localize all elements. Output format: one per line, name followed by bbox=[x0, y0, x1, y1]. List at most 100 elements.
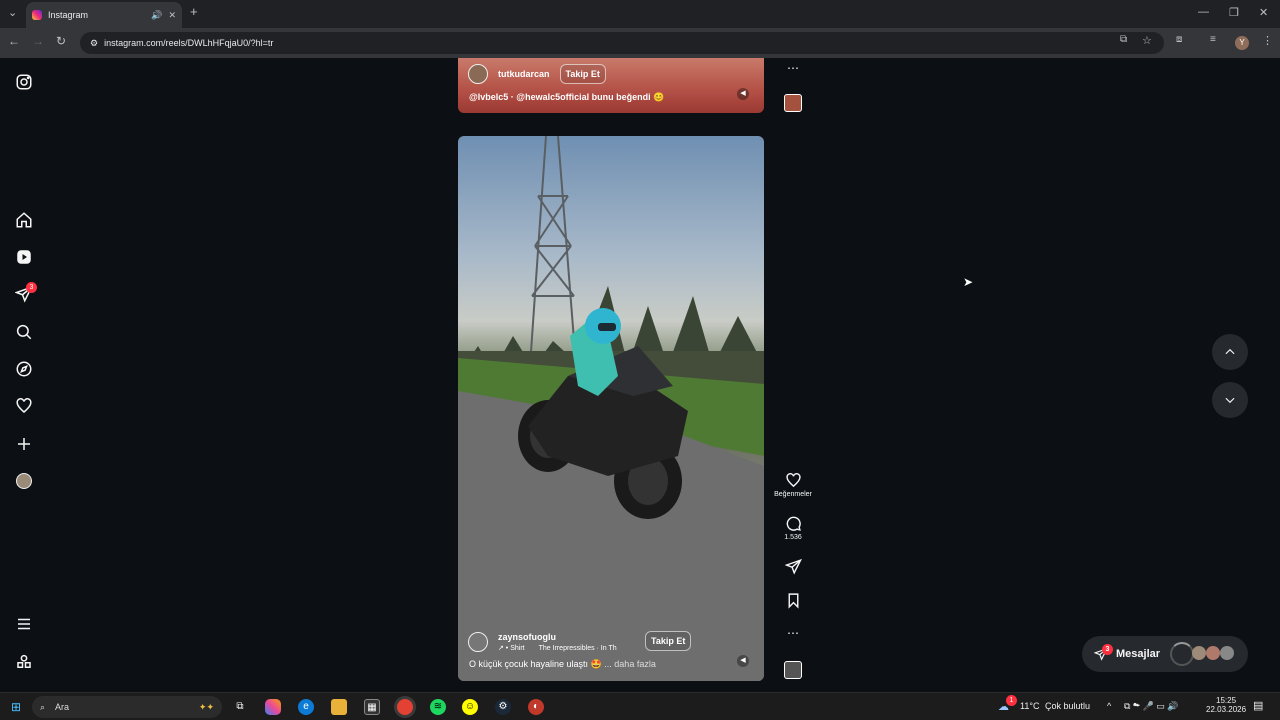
audio-thumbnail-icon bbox=[784, 661, 802, 679]
copilot-sparkle-icon: ✦✦ bbox=[198, 701, 214, 712]
previous-reel-audio-thumb[interactable] bbox=[780, 94, 806, 112]
tray-app-icons[interactable]: ⧉ ☁ 🎤 ▭ 🔊 bbox=[1124, 701, 1179, 712]
browser-toolbar: ← → ↻ ⚙ instagram.com/reels/DWLhHFqjaU0/… bbox=[0, 28, 1280, 58]
reel-author-avatar[interactable] bbox=[468, 632, 488, 652]
profile-icon[interactable] bbox=[14, 471, 34, 491]
install-app-icon[interactable]: ⧉ bbox=[1120, 34, 1127, 45]
snapchat-icon[interactable]: ☺ bbox=[462, 699, 478, 715]
search-icon[interactable] bbox=[14, 322, 34, 342]
previous-reel-follow-button[interactable]: Takip Et bbox=[559, 64, 606, 84]
reel-more-options-icon[interactable]: ⋯ bbox=[780, 626, 806, 640]
extensions-icon[interactable]: ⧈ bbox=[1176, 34, 1182, 45]
notifications-icon[interactable] bbox=[14, 396, 34, 416]
reel-caption: O küçük çocuk hayaline ulaştı 🤩 bbox=[469, 659, 602, 669]
minimize-icon[interactable]: — bbox=[1198, 6, 1209, 18]
restore-icon[interactable]: ❐ bbox=[1229, 6, 1239, 19]
contact-avatar bbox=[1220, 646, 1234, 660]
profile-avatar[interactable]: Y bbox=[1235, 36, 1249, 50]
windows-start-icon[interactable]: ⊞ bbox=[8, 699, 24, 715]
explore-icon[interactable] bbox=[14, 359, 34, 379]
heart-icon bbox=[785, 473, 801, 488]
tab-audio-icon[interactable]: 🔊 bbox=[151, 10, 162, 21]
reel-audio-track[interactable]: The Irrepressibles · In Th bbox=[539, 645, 617, 652]
loading-spinner-icon bbox=[1170, 642, 1194, 666]
messages-label: Mesajlar bbox=[1116, 648, 1161, 660]
previous-reel-username[interactable]: tutkudarcan bbox=[498, 69, 550, 79]
reel-audio-prefix[interactable]: ↗ • Shirt bbox=[498, 645, 525, 652]
media-controls-icon[interactable]: ≡ bbox=[1210, 34, 1216, 45]
chrome-icon[interactable] bbox=[397, 699, 413, 715]
previous-reel[interactable]: tutkudarcan Takip Et @lvbelc5 · @hewalc5… bbox=[458, 58, 764, 113]
audio-thumbnail-icon bbox=[784, 94, 802, 112]
share-button[interactable] bbox=[780, 558, 806, 575]
like-button[interactable]: Beğenmeler bbox=[774, 472, 812, 498]
likes-label[interactable]: Beğenmeler bbox=[770, 491, 816, 498]
clock[interactable]: 15:25 22.03.2026 bbox=[1206, 696, 1246, 714]
messages-icon[interactable]: 3 bbox=[14, 282, 37, 304]
reel-audio-thumb[interactable] bbox=[780, 661, 806, 679]
messages-float-badge: 3 bbox=[1102, 644, 1113, 655]
previous-reel-avatar[interactable] bbox=[468, 64, 488, 84]
comment-button[interactable]: 1.536 bbox=[780, 515, 806, 541]
save-button[interactable] bbox=[780, 592, 806, 609]
bookmark-star-icon[interactable]: ☆ bbox=[1142, 34, 1152, 47]
clock-date: 22.03.2026 bbox=[1206, 705, 1247, 714]
previous-reel-liked-by[interactable]: @lvbelc5 · @hewalc5official bunu beğendi… bbox=[469, 92, 664, 103]
tab-title: Instagram bbox=[48, 10, 89, 20]
taskbar-search-placeholder: Ara bbox=[55, 702, 70, 712]
edge-icon[interactable]: e bbox=[298, 699, 314, 715]
previous-reel-more-icon[interactable]: ⋯ bbox=[780, 61, 806, 75]
back-icon[interactable]: ← bbox=[8, 34, 20, 48]
tray-chevron-up-icon[interactable]: ^ bbox=[1107, 701, 1111, 711]
chevron-up-icon bbox=[1225, 348, 1235, 355]
home-icon[interactable] bbox=[14, 210, 34, 230]
instagram-favicon-icon bbox=[32, 10, 42, 20]
weather-temperature[interactable]: 11°C bbox=[1020, 701, 1039, 711]
close-window-icon[interactable]: ✕ bbox=[1259, 6, 1268, 19]
messages-button[interactable]: 3 Mesajlar bbox=[1082, 636, 1248, 672]
tab-close-icon[interactable]: ✕ bbox=[168, 10, 176, 21]
file-explorer-icon[interactable] bbox=[331, 699, 347, 715]
taskbar-search[interactable]: ⌕ Ara ✦✦ bbox=[32, 696, 222, 718]
tab-list-icon[interactable]: ⌄ bbox=[8, 6, 17, 19]
bookmark-icon bbox=[788, 593, 798, 609]
site-info-icon[interactable]: ⚙ bbox=[90, 38, 98, 49]
previous-reel-button[interactable] bbox=[1212, 334, 1248, 370]
comments-count: 1.536 bbox=[784, 534, 802, 541]
steam-icon[interactable]: ⚙ bbox=[495, 699, 511, 715]
forward-icon[interactable]: → bbox=[32, 34, 44, 48]
more-menu-icon[interactable] bbox=[14, 614, 34, 634]
spotify-icon[interactable]: ≋ bbox=[430, 699, 446, 715]
weather-condition[interactable]: Çok bulutlu bbox=[1045, 701, 1090, 711]
reels-icon[interactable] bbox=[14, 247, 34, 267]
meta-apps-icon[interactable] bbox=[14, 652, 34, 672]
messages-badge: 3 bbox=[26, 282, 37, 293]
address-bar[interactable]: ⚙ instagram.com/reels/DWLhHFqjaU0/?hl=tr bbox=[80, 32, 1164, 54]
reel-volume-icon[interactable]: ◀ bbox=[737, 655, 749, 667]
copilot-icon[interactable] bbox=[265, 699, 281, 715]
notification-center-icon[interactable]: ▤ bbox=[1253, 699, 1263, 712]
new-tab-icon[interactable]: + bbox=[190, 4, 198, 19]
reel-author-username[interactable]: zaynsofuoglu bbox=[498, 632, 617, 642]
instagram-logo-icon[interactable] bbox=[14, 72, 34, 92]
instagram-sidebar: 3 bbox=[0, 58, 48, 692]
create-icon[interactable] bbox=[14, 434, 34, 454]
search-icon: ⌕ bbox=[40, 701, 46, 712]
previous-reel-user-row: tutkudarcan Takip Et bbox=[468, 64, 606, 84]
chrome-menu-icon[interactable]: ⋮ bbox=[1262, 34, 1273, 47]
next-reel-button[interactable] bbox=[1212, 382, 1248, 418]
reel-follow-button[interactable]: Takip Et bbox=[645, 631, 692, 651]
browser-tab[interactable]: Instagram 🔊 ✕ bbox=[26, 2, 182, 28]
clock-time: 15:25 bbox=[1216, 696, 1237, 705]
contact-avatar bbox=[1192, 646, 1206, 660]
current-reel-video[interactable]: zaynsofuoglu ↗ • Shirt The Irrepressible… bbox=[458, 136, 764, 681]
previous-reel-volume-icon[interactable]: ◀ bbox=[737, 88, 749, 100]
app-icon[interactable]: ◐ bbox=[528, 699, 544, 715]
reel-more-link[interactable]: ... daha fazla bbox=[604, 659, 656, 669]
task-view-icon[interactable]: ⧉ bbox=[232, 699, 248, 715]
store-icon[interactable]: ▦ bbox=[364, 699, 380, 715]
browser-tab-bar: ⌄ Instagram 🔊 ✕ + — ❐ ✕ bbox=[0, 0, 1280, 28]
reload-icon[interactable]: ↻ bbox=[56, 34, 66, 48]
contact-avatar bbox=[1206, 646, 1220, 660]
weather-badge: 1 bbox=[1006, 695, 1017, 706]
